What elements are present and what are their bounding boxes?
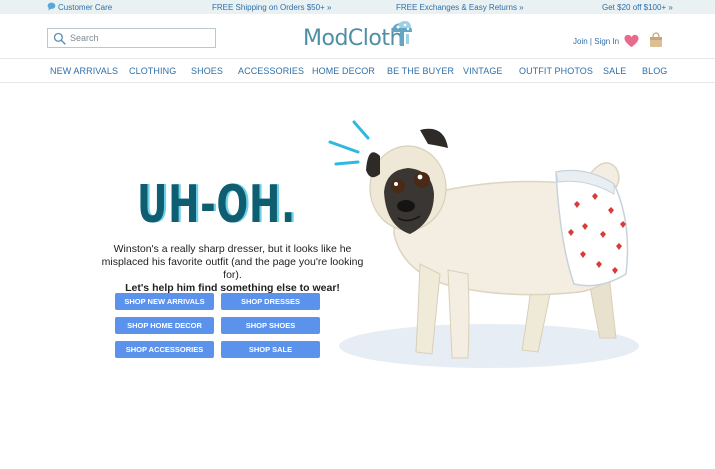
nav-item-shoes[interactable]: SHOES: [191, 66, 223, 76]
nav-item-blog[interactable]: BLOG: [642, 66, 667, 76]
search-icon[interactable]: [53, 32, 66, 45]
nav-item-sale[interactable]: SALE: [603, 66, 626, 76]
search-box[interactable]: [47, 28, 216, 48]
offer-link[interactable]: Get $20 off $100+ »: [602, 3, 673, 12]
logo-text: ModCloth: [303, 26, 403, 51]
shopping-bag-icon[interactable]: [649, 32, 663, 48]
logo[interactable]: ModCloth: [303, 20, 415, 56]
nav-item-vintage[interactable]: VINTAGE: [463, 66, 503, 76]
mushroom-logo-icon: [392, 21, 412, 46]
nav-item-accessories[interactable]: ACCESSORIES: [238, 66, 304, 76]
shop-dresses-button[interactable]: SHOP DRESSES: [221, 293, 320, 310]
join-signin-link[interactable]: Join | Sign In: [573, 37, 619, 46]
error-title: UH-OH.: [137, 175, 296, 235]
heart-icon[interactable]: [624, 34, 639, 48]
main-nav: NEW ARRIVALS CLOTHING SHOES ACCESSORIES …: [0, 59, 715, 83]
shop-home-decor-button[interactable]: SHOP HOME DECOR: [115, 317, 214, 334]
search-input[interactable]: [70, 30, 210, 46]
nav-item-home-decor[interactable]: HOME DECOR: [312, 66, 375, 76]
customer-care-link[interactable]: Customer Care: [58, 3, 112, 12]
chat-bubble-icon: [47, 2, 56, 11]
nav-item-outfit-photos[interactable]: OUTFIT PHOTOS: [519, 66, 593, 76]
shop-accessories-button[interactable]: SHOP ACCESSORIES: [115, 341, 214, 358]
shop-shoes-button[interactable]: SHOP SHOES: [221, 317, 320, 334]
pug-illustration: [328, 120, 639, 368]
site-header: ModCloth Join | Sign In: [0, 14, 715, 59]
nav-item-be-the-buyer[interactable]: BE THE BUYER: [387, 66, 454, 76]
free-shipping-link[interactable]: FREE Shipping on Orders $50+ »: [212, 3, 331, 12]
nav-item-clothing[interactable]: CLOTHING: [129, 66, 176, 76]
free-exchanges-link[interactable]: FREE Exchanges & Easy Returns »: [396, 3, 524, 12]
shop-sale-button[interactable]: SHOP SALE: [221, 341, 320, 358]
shop-new-arrivals-button[interactable]: SHOP NEW ARRIVALS: [115, 293, 214, 310]
promo-bar: Customer Care FREE Shipping on Orders $5…: [0, 0, 715, 14]
nav-item-new-arrivals[interactable]: NEW ARRIVALS: [50, 66, 118, 76]
